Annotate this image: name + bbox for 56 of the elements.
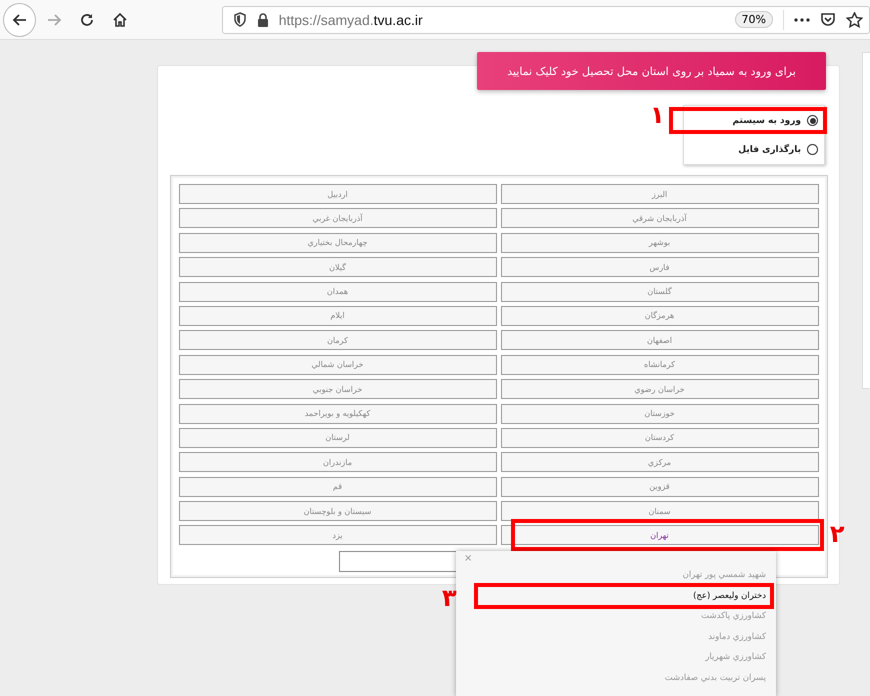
college-option[interactable]: كشاورزي دماوند	[476, 626, 766, 647]
province-button[interactable]: قم	[178, 476, 496, 497]
back-button[interactable]	[3, 2, 36, 36]
province-button[interactable]: گلستان	[500, 282, 818, 302]
college-option[interactable]: كشاورزي شهريار	[476, 647, 766, 668]
radio-button[interactable]	[807, 115, 818, 126]
province-button[interactable]: قزوين	[500, 476, 818, 497]
province-button[interactable]: كردستان	[500, 428, 818, 448]
reload-icon[interactable]	[78, 12, 95, 28]
province-button[interactable]: سيستان و بلوچستان	[178, 501, 496, 522]
address-bar[interactable]: https://samyad.tvu.ac.ir 70%	[222, 6, 870, 34]
province-button[interactable]: مركزي	[500, 452, 818, 472]
province-button[interactable]: البرز	[500, 184, 818, 204]
pocket-icon[interactable]	[820, 12, 836, 27]
province-button[interactable]: تهران	[500, 525, 818, 546]
college-option[interactable]: دختران وليعصر (عج)	[476, 586, 766, 606]
province-button[interactable]: كرمانشاه	[500, 354, 818, 375]
province-button[interactable]: يزد	[178, 525, 496, 546]
province-button[interactable]: اصفهان	[500, 330, 818, 350]
province-button[interactable]: مازندران	[178, 452, 496, 472]
star-icon[interactable]	[846, 12, 863, 28]
annotation-number: ۲	[830, 522, 844, 546]
college-option[interactable]: كشاورزي پاكدشت	[476, 606, 766, 626]
province-button[interactable]: آذربايجان شرقي	[500, 208, 818, 228]
close-button[interactable]: ×	[464, 553, 472, 564]
college-option[interactable]: پسران تربيت بدني صفادشت	[476, 668, 766, 688]
province-button[interactable]: آذربايجان غربي	[178, 208, 496, 228]
more-icon[interactable]	[794, 18, 810, 22]
province-button[interactable]: همدان	[178, 282, 496, 302]
college-option[interactable]: شهيد شمسي پور تهران	[476, 565, 766, 586]
shield-icon[interactable]	[232, 12, 247, 27]
url-text: https://samyad.tvu.ac.ir	[278, 12, 424, 28]
province-button[interactable]: چهارمحال بختياري	[178, 232, 496, 253]
annotation-number: ۳	[442, 586, 457, 610]
zoom-badge[interactable]: 70%	[734, 11, 773, 28]
province-button[interactable]: ايلام	[178, 306, 496, 326]
province-button[interactable]: خراسان جنوبي	[178, 379, 496, 400]
lock-icon	[256, 12, 269, 26]
radio-label[interactable]: بارگذاری فایل	[738, 144, 801, 154]
province-button[interactable]: خراسان شمالي	[178, 354, 496, 375]
province-button[interactable]: خراسان رضوي	[500, 379, 818, 400]
home-icon[interactable]	[112, 12, 128, 28]
province-button[interactable]: فارس	[500, 257, 818, 278]
radio-button[interactable]	[807, 144, 818, 155]
province-button[interactable]: سمنان	[500, 501, 818, 522]
province-button[interactable]: لرستان	[178, 428, 496, 448]
province-button[interactable]: خوزستان	[500, 404, 818, 424]
province-button[interactable]: هرمزگان	[500, 306, 818, 326]
province-button[interactable]: بوشهر	[500, 232, 818, 253]
instruction-banner: برای ورود به سمیاد بر روی استان محل تحصیل خود کلیک نمایید	[477, 52, 826, 90]
province-button[interactable]: كهكيلويه و بويراحمد	[178, 404, 496, 424]
province-button[interactable]: اردبيل	[178, 184, 496, 204]
province-button[interactable]: كرمان	[178, 330, 496, 350]
annotation-number: ۱	[650, 103, 665, 127]
radio-label[interactable]: ورود به سیستم	[732, 116, 801, 126]
province-button[interactable]: گيلان	[178, 257, 496, 278]
